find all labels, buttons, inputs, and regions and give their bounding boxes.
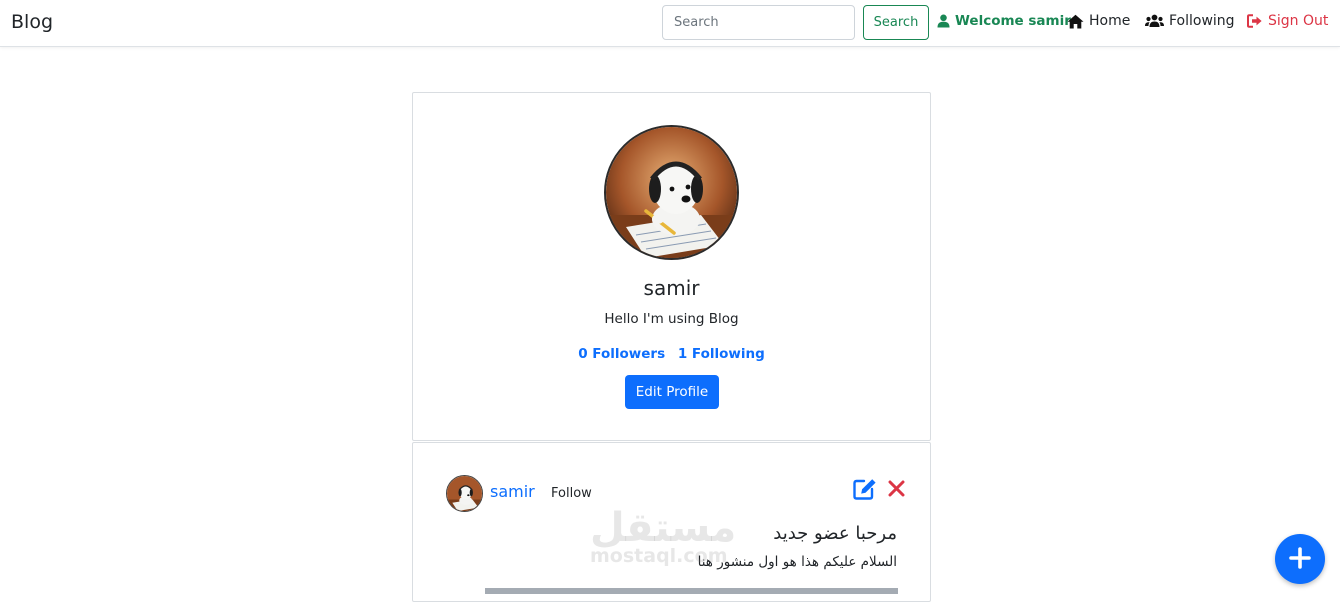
follow-button[interactable]: Follow bbox=[551, 486, 592, 501]
post-author-link[interactable]: samir bbox=[490, 482, 535, 501]
nav-home[interactable]: Home bbox=[1067, 13, 1130, 29]
following-label: Following bbox=[1169, 13, 1235, 29]
nav-sign-out[interactable]: Sign Out bbox=[1247, 13, 1328, 29]
profile-avatar bbox=[604, 125, 739, 260]
navbar: Blog Search Welcome samir Home Following… bbox=[0, 0, 1340, 47]
post-title: مرحبا عضو جديد bbox=[773, 523, 897, 544]
profile-stats: 0 Followers 1 Following bbox=[413, 346, 930, 362]
user-icon bbox=[937, 14, 955, 28]
sign-out-label: Sign Out bbox=[1268, 13, 1329, 29]
home-label: Home bbox=[1089, 13, 1131, 29]
brand-link[interactable]: Blog bbox=[11, 11, 53, 33]
users-icon bbox=[1145, 14, 1169, 28]
search-button[interactable]: Search bbox=[863, 5, 929, 40]
following-link[interactable]: 1 Following bbox=[678, 346, 765, 362]
delete-icon[interactable] bbox=[888, 480, 905, 501]
profile-bio: Hello I'm using Blog bbox=[604, 311, 739, 327]
welcome-label: Welcome samir bbox=[955, 13, 1071, 29]
edit-profile-button[interactable]: Edit Profile bbox=[625, 375, 719, 409]
sign-out-icon bbox=[1247, 14, 1268, 28]
profile-name: samir bbox=[643, 276, 700, 300]
followers-link[interactable]: 0 Followers bbox=[578, 346, 665, 362]
search-input[interactable] bbox=[662, 5, 855, 40]
edit-icon[interactable] bbox=[853, 478, 877, 504]
welcome-link[interactable]: Welcome samir bbox=[937, 13, 1071, 29]
post-image bbox=[485, 588, 898, 594]
home-icon bbox=[1067, 14, 1089, 29]
add-post-button[interactable] bbox=[1275, 534, 1325, 584]
post-body: السلام عليكم هذا هو اول منشور هنا bbox=[697, 554, 897, 570]
plus-icon bbox=[1289, 546, 1311, 572]
profile-card: samir Hello I'm using Blog 0 Followers 1… bbox=[412, 92, 931, 441]
post-card: samir Follow مرحبا عضو جديد السلام عليكم… bbox=[412, 442, 931, 602]
post-author-avatar[interactable] bbox=[446, 475, 483, 512]
nav-following[interactable]: Following bbox=[1145, 13, 1235, 29]
